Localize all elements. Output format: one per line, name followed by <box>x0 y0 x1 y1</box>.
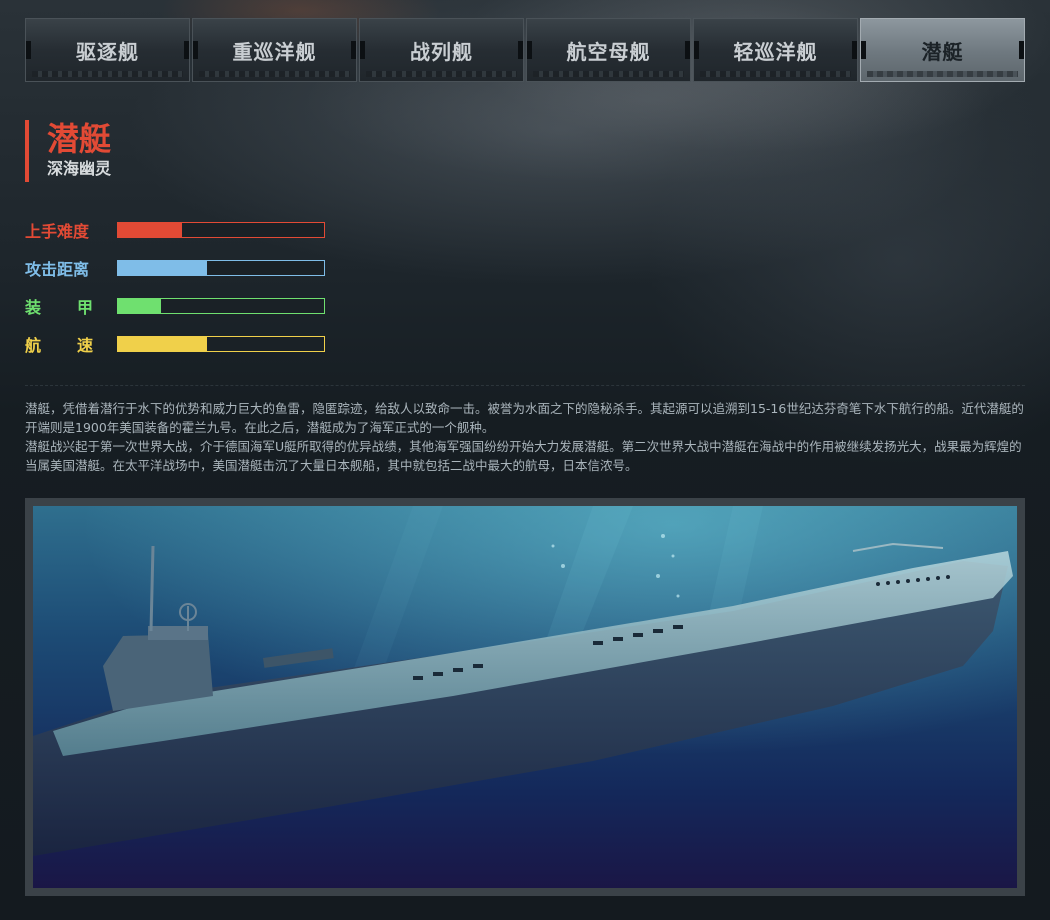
stat-label: 航 速 <box>25 332 93 356</box>
tab-stripe <box>700 71 851 77</box>
tab-stripe <box>199 71 350 77</box>
tab-label: 驱逐舰 <box>76 39 139 64</box>
stat-bar <box>117 260 325 276</box>
tab-stripe <box>533 71 684 77</box>
tab-label: 轻巡洋舰 <box>733 39 818 64</box>
stat-bar <box>117 222 325 238</box>
stat-bar <box>117 298 325 314</box>
stat-bar <box>117 336 325 352</box>
stat-attack-range: 攻击距离 <box>25 256 325 280</box>
stat-bar-fill <box>118 261 207 275</box>
tab-label: 潜艇 <box>921 39 964 64</box>
stat-label-char: 装 <box>25 298 42 317</box>
stat-label-char: 甲 <box>76 298 93 317</box>
section-divider <box>25 385 1025 386</box>
stat-bar-fill <box>118 337 207 351</box>
tab-stripe <box>867 71 1018 77</box>
ship-subtitle: 深海幽灵 <box>47 159 112 178</box>
tab-label: 战列舰 <box>410 39 473 64</box>
tab-label: 航空母舰 <box>566 39 651 64</box>
ship-description: 潜艇，凭借着潜行于水下的优势和威力巨大的鱼雷，隐匿踪迹，给敌人以致命一击。被誉为… <box>25 399 1025 475</box>
stat-bar-fill <box>118 299 162 313</box>
stat-bar-fill <box>118 223 182 237</box>
stat-label: 攻击距离 <box>25 256 117 280</box>
tab-battleship[interactable]: 战列舰 <box>359 18 524 82</box>
ship-heading: 潜艇 深海幽灵 <box>25 120 111 182</box>
ship-title: 潜艇 <box>47 120 112 158</box>
submarine-image <box>33 506 1017 888</box>
stat-label-char: 航 <box>25 336 42 355</box>
tab-destroyer[interactable]: 驱逐舰 <box>25 18 190 82</box>
stat-speed: 航 速 <box>25 332 325 356</box>
submarine-illustration <box>25 498 1025 896</box>
ship-type-tabs: 驱逐舰 重巡洋舰 战列舰 航空母舰 轻巡洋舰 潜艇 <box>25 18 1025 82</box>
description-paragraph: 潜艇战兴起于第一次世界大战，介于德国海军U艇所取得的优异战绩，其他海军强国纷纷开… <box>25 439 1022 473</box>
tab-stripe <box>366 71 517 77</box>
stat-label: 装 甲 <box>25 294 93 318</box>
tab-light-cruiser[interactable]: 轻巡洋舰 <box>693 18 858 82</box>
tab-heavy-cruiser[interactable]: 重巡洋舰 <box>192 18 357 82</box>
tab-label: 重巡洋舰 <box>232 39 317 64</box>
ship-stats: 上手难度 攻击距离 装 甲 航 速 <box>25 218 325 370</box>
tab-submarine[interactable]: 潜艇 <box>860 18 1025 82</box>
stat-difficulty: 上手难度 <box>25 218 325 242</box>
stat-label-text: 上手难度 <box>25 222 90 241</box>
page: 驱逐舰 重巡洋舰 战列舰 航空母舰 轻巡洋舰 潜艇 潜艇 深海幽灵 上手难度 攻… <box>0 0 1050 920</box>
description-paragraph: 潜艇，凭借着潜行于水下的优势和威力巨大的鱼雷，隐匿踪迹，给敌人以致命一击。被誉为… <box>25 401 1024 435</box>
stat-armor: 装 甲 <box>25 294 325 318</box>
stat-label: 上手难度 <box>25 218 117 242</box>
stat-label-text: 攻击距离 <box>25 260 90 279</box>
stat-label-char: 速 <box>76 336 93 355</box>
tab-aircraft-carrier[interactable]: 航空母舰 <box>526 18 691 82</box>
tab-stripe <box>32 71 183 77</box>
